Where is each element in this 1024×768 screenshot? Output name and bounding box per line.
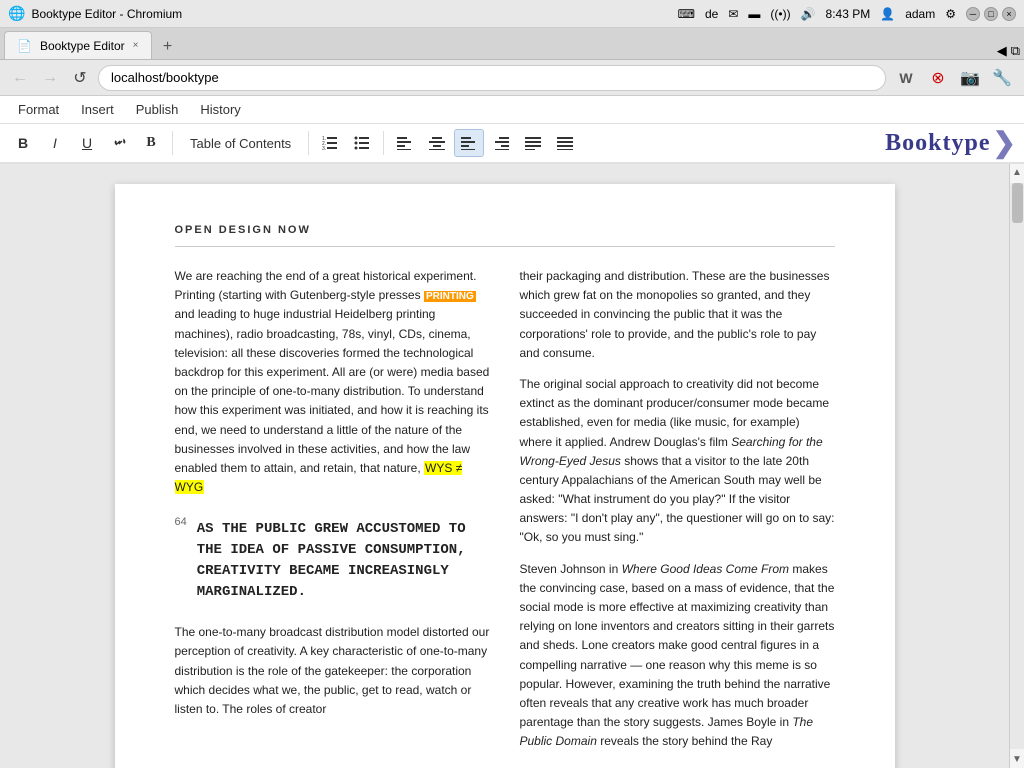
tab-favicon: 📄: [17, 39, 32, 53]
link-button[interactable]: [104, 129, 134, 157]
book-title-1: Where Good Ideas Come From: [622, 562, 789, 576]
align-justify-button[interactable]: [518, 129, 548, 157]
content-columns: We are reaching the end of a great histo…: [175, 267, 835, 764]
toc-button[interactable]: Table of Contents: [179, 131, 302, 156]
back-button[interactable]: ←: [8, 66, 32, 90]
window-title: Booktype Editor - Chromium: [31, 7, 182, 21]
tab-window-button[interactable]: ⧉: [1011, 43, 1020, 59]
scroll-up-button[interactable]: ▲: [1009, 164, 1024, 181]
logo-text: Booktype: [885, 130, 990, 157]
tab-back-button[interactable]: ◀: [997, 43, 1007, 59]
main-area: OPEN DESIGN NOW We are reaching the end …: [0, 164, 1024, 768]
scroll-thumb[interactable]: [1012, 183, 1023, 223]
title-bar: 🌐 Booktype Editor - Chromium ⌨ de ✉ ▬ ((…: [0, 0, 1024, 28]
align-right-button[interactable]: [486, 129, 516, 157]
italic-button[interactable]: I: [40, 129, 70, 157]
nav-icons: W ⊗ 📷 🔧: [892, 64, 1016, 92]
separator-3: [383, 131, 384, 155]
toolbar: B I U B Table of Contents 1. 2. 3.: [0, 124, 1024, 164]
left-p2: The one-to-many broadcast distribution m…: [175, 623, 490, 719]
svg-text:3.: 3.: [322, 146, 326, 150]
list-ordered-button[interactable]: 1. 2. 3.: [315, 129, 345, 157]
close-button[interactable]: ×: [1002, 7, 1016, 21]
maximize-button[interactable]: □: [984, 7, 998, 21]
tab-bar: 📄 Booktype Editor × + ◀ ⧉: [0, 28, 1024, 60]
scroll-track: [1010, 183, 1024, 749]
align-left-button[interactable]: [390, 129, 420, 157]
menu-format[interactable]: Format: [8, 98, 69, 121]
address-bar[interactable]: [98, 65, 886, 91]
list-unordered-button[interactable]: [347, 129, 377, 157]
left-column: We are reaching the end of a great histo…: [175, 267, 490, 764]
underline-button[interactable]: U: [72, 129, 102, 157]
editor-container[interactable]: OPEN DESIGN NOW We are reaching the end …: [0, 164, 1009, 768]
bold-button[interactable]: B: [8, 129, 38, 157]
page-number: 64: [175, 514, 187, 532]
battery-icon: ▬: [748, 7, 760, 21]
align-left2-button[interactable]: [454, 129, 484, 157]
time-display: 8:43 PM: [826, 7, 871, 21]
locale-label: de: [705, 7, 718, 21]
pullquote-area: 64 AS THE PUBLIC GREW ACCUSTOMED TO THE …: [175, 509, 490, 613]
tab-label: Booktype Editor: [40, 39, 125, 53]
block-icon-button[interactable]: ⊗: [924, 64, 952, 92]
menu-history[interactable]: History: [190, 98, 250, 121]
minimize-button[interactable]: ─: [966, 7, 980, 21]
screenshot-icon-button[interactable]: 📷: [956, 64, 984, 92]
user-label: adam: [905, 7, 935, 21]
w-icon-button[interactable]: W: [892, 64, 920, 92]
right-p1: their packaging and distribution. These …: [520, 267, 835, 363]
scrollbar: ▲ ▼: [1009, 164, 1024, 768]
new-tab-button[interactable]: +: [156, 35, 180, 59]
bold2-button[interactable]: B: [136, 129, 166, 157]
chapter-title: OPEN DESIGN NOW: [175, 224, 835, 247]
volume-icon: 🔊: [801, 7, 816, 21]
settings-icon: ⚙: [945, 7, 956, 21]
logo-area: Booktype ❯: [885, 126, 1016, 160]
email-icon: ✉: [728, 7, 738, 21]
right-p2: The original social approach to creativi…: [520, 375, 835, 548]
active-tab[interactable]: 📄 Booktype Editor ×: [4, 31, 152, 59]
wifi-icon: ((•)): [770, 7, 790, 21]
left-p1: We are reaching the end of a great histo…: [175, 267, 490, 497]
wrench-icon-button[interactable]: 🔧: [988, 64, 1016, 92]
browser-favicon: 🌐: [8, 5, 25, 22]
keyboard-icon: ⌨: [678, 7, 695, 21]
document-page: OPEN DESIGN NOW We are reaching the end …: [115, 184, 895, 768]
menu-bar: Format Insert Publish History: [0, 96, 1024, 124]
user-icon: 👤: [880, 7, 895, 21]
forward-button[interactable]: →: [38, 66, 62, 90]
reload-button[interactable]: ↺: [68, 66, 92, 90]
pullquote: AS THE PUBLIC GREW ACCUSTOMED TO THE IDE…: [197, 509, 490, 613]
separator-2: [308, 131, 309, 155]
tab-close-button[interactable]: ×: [133, 40, 139, 51]
logo-arrow-icon: ❯: [993, 126, 1016, 160]
align-justify2-button[interactable]: [550, 129, 580, 157]
window-controls: ─ □ ×: [966, 7, 1016, 21]
separator-1: [172, 131, 173, 155]
align-center-button[interactable]: [422, 129, 452, 157]
scroll-down-button[interactable]: ▼: [1009, 751, 1024, 768]
menu-publish[interactable]: Publish: [126, 98, 189, 121]
right-p3: Steven Johnson in Where Good Ideas Come …: [520, 560, 835, 752]
right-column: their packaging and distribution. These …: [520, 267, 835, 764]
printing-highlight: PRINTING: [424, 291, 476, 302]
nav-bar: ← → ↺ W ⊗ 📷 🔧: [0, 60, 1024, 96]
menu-insert[interactable]: Insert: [71, 98, 124, 121]
